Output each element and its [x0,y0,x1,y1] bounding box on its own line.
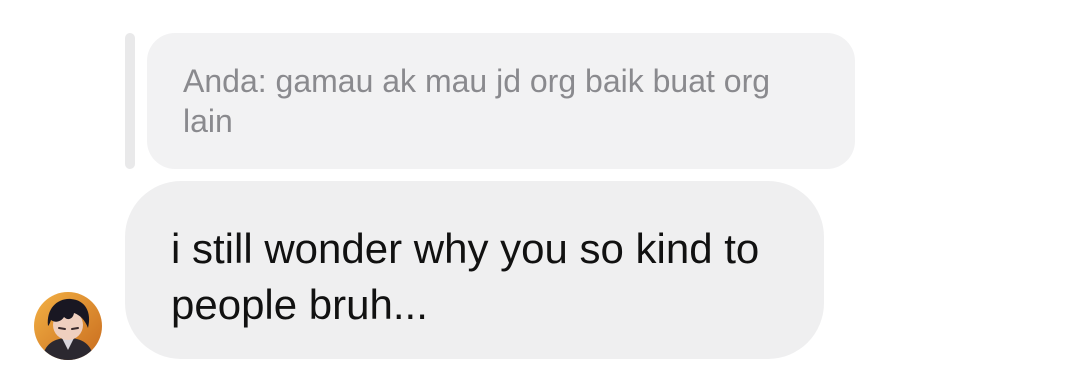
quoted-reply-text: Anda: gamau ak mau jd org baik buat org … [183,63,771,139]
user-avatar-icon [34,292,102,360]
received-message-bubble[interactable]: i still wonder why you so kind to people… [125,181,824,359]
quoted-reply-bar [125,33,135,169]
quoted-reply-bubble[interactable]: Anda: gamau ak mau jd org baik buat org … [147,33,855,169]
message-text: i still wonder why you so kind to people… [171,225,760,328]
sender-avatar[interactable] [34,292,102,360]
